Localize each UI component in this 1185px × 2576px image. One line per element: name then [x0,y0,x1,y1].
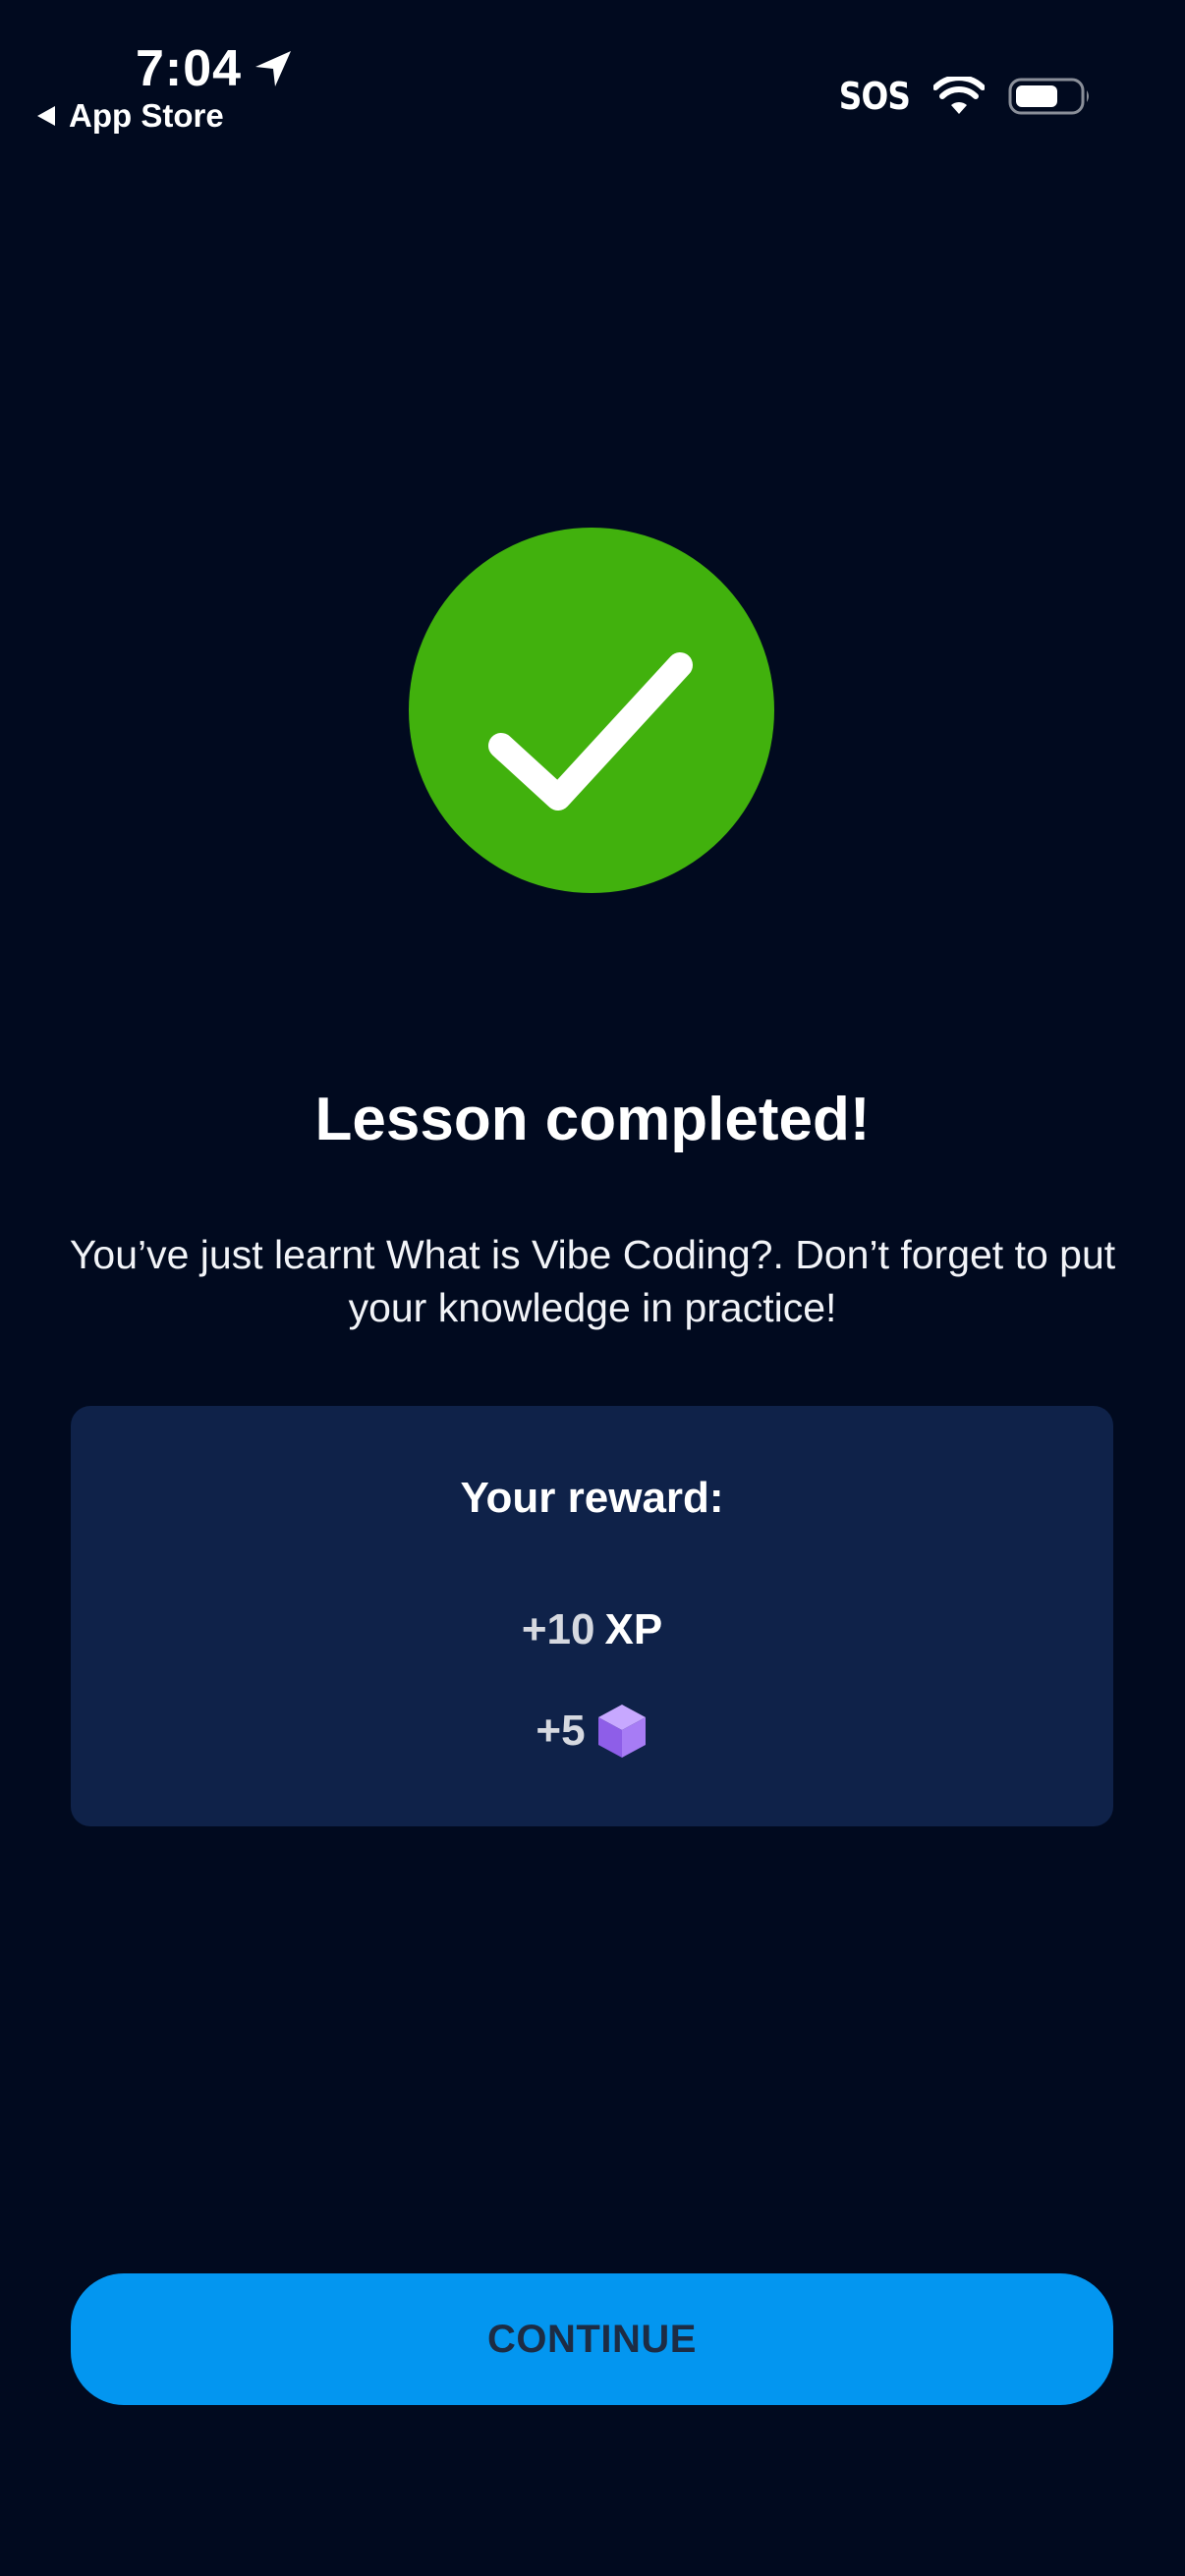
battery-icon [1008,77,1091,116]
xp-reward: +10 XP [71,1602,1113,1657]
xp-amount: +10 [521,1605,595,1653]
reward-card: Your reward: +10 XP +5 [71,1406,1113,1826]
back-to-app-store-button[interactable]: App Store [35,96,224,136]
lesson-completed-message: You’ve just learnt What is Vibe Coding?.… [69,1232,1116,1330]
purple-cube-icon [595,1703,649,1760]
status-indicators: SOS [827,67,1091,126]
back-triangle-icon [35,104,57,128]
xp-unit: XP [604,1605,663,1653]
checkmark-icon [488,652,693,811]
wifi-icon [933,77,985,116]
lesson-completed-title: Lesson completed! [314,1086,871,1153]
gem-amount: +5 [536,1707,586,1755]
continue-button[interactable]: CONTINUE [71,2273,1113,2405]
back-label: App Store [69,97,224,134]
status-time: 7:04 [136,39,295,98]
reward-title: Your reward: [460,1474,724,1522]
location-arrow-icon [252,47,295,90]
sos-indicator: SOS [838,75,911,118]
success-checkmark-badge [409,528,774,893]
gem-reward: +5 [71,1703,1113,1760]
status-time-label: 7:04 [136,40,243,97]
